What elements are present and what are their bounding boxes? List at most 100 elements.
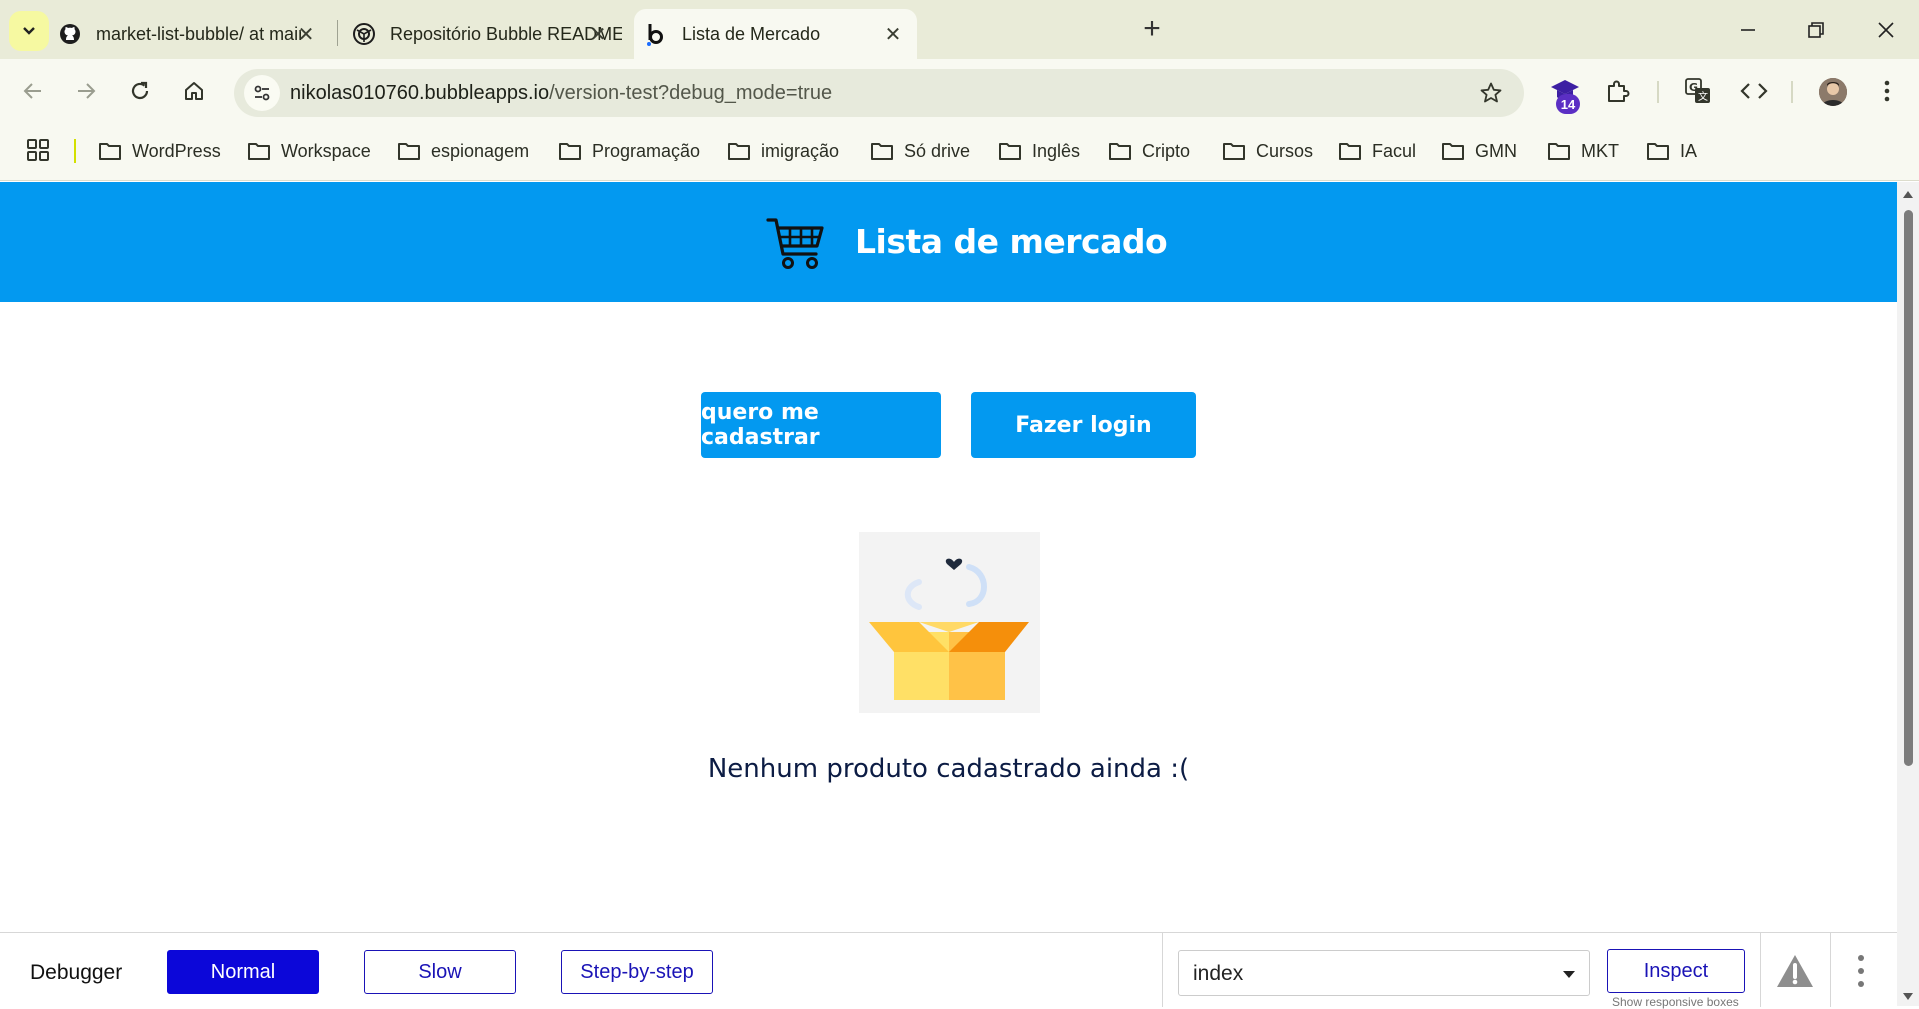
bookmark-folder-facul[interactable]: Facul <box>1338 137 1416 165</box>
tab-github[interactable]: market-list-bubble/ at main · ni ✕ <box>58 9 330 59</box>
new-tab-button[interactable]: + <box>1136 12 1168 45</box>
back-button[interactable] <box>15 73 51 109</box>
github-icon <box>58 22 82 46</box>
debugger-divider <box>1760 933 1761 1007</box>
bookmark-folder-ingles[interactable]: Inglês <box>998 137 1080 165</box>
profile-avatar[interactable] <box>1819 78 1847 106</box>
folder-icon <box>1109 143 1131 160</box>
bookmark-label: espionagem <box>431 140 530 161</box>
close-window-button[interactable] <box>1861 10 1911 50</box>
bookmark-label: GMN <box>1475 140 1517 161</box>
folder-icon <box>871 143 893 160</box>
login-button[interactable]: Fazer login <box>971 392 1196 458</box>
folder-icon <box>1223 143 1245 160</box>
bookmark-label: Cripto <box>1142 140 1191 161</box>
arrow-right-icon <box>78 83 96 99</box>
folder-icon <box>1647 143 1669 160</box>
home-button[interactable] <box>176 73 212 109</box>
tab-title: market-list-bubble/ at main · ni <box>96 23 301 44</box>
bookmark-label: Facul <box>1372 140 1417 161</box>
bookmark-folder-imigracao[interactable]: imigração <box>727 137 839 165</box>
toolbar-divider <box>1791 81 1793 103</box>
bubble-debugger: Debugger Normal Slow Step-by-step index … <box>0 932 1897 1009</box>
bookmark-label: WordPress <box>132 140 221 161</box>
debugger-divider <box>1162 933 1163 1007</box>
scroll-down-icon[interactable] <box>1902 992 1914 1002</box>
caret-down-icon <box>1563 971 1575 978</box>
bookmarks-divider <box>74 139 76 163</box>
folder-icon <box>248 143 270 160</box>
debug-mode-step-button[interactable]: Step-by-step <box>561 950 713 994</box>
tab-readme[interactable]: Repositório Bubble README ✕ <box>352 9 622 59</box>
page-select-value: index <box>1193 962 1244 985</box>
bookmark-label: Workspace <box>281 140 371 161</box>
close-icon[interactable]: ✕ <box>881 22 905 46</box>
tab-divider <box>337 20 338 46</box>
bookmark-folder-mkt[interactable]: MKT <box>1547 137 1619 165</box>
empty-state-message: Nenhum produto cadastrado ainda :( <box>707 754 1190 784</box>
bookmark-label: Programação <box>592 140 701 161</box>
bookmark-label: Cursos <box>1256 140 1314 161</box>
bookmark-folder-programacao[interactable]: Programação <box>558 137 700 165</box>
tab-search-button[interactable] <box>9 11 49 51</box>
bookmark-label: IA <box>1680 140 1698 161</box>
restore-icon <box>1808 22 1824 38</box>
folder-icon <box>728 143 750 160</box>
page-viewport: Lista de mercado quero me cadastrar Faze… <box>0 182 1897 1006</box>
bookmark-folder-cripto[interactable]: Cripto <box>1108 137 1190 165</box>
arrow-left-icon <box>23 83 41 99</box>
forward-button[interactable] <box>68 73 104 109</box>
toolbar-divider <box>1657 81 1659 103</box>
show-responsive-boxes-link[interactable]: Show responsive boxes <box>1612 995 1739 1009</box>
close-icon[interactable]: ✕ <box>586 22 610 46</box>
bookmark-star-icon[interactable] <box>1478 80 1504 106</box>
minimize-icon <box>1741 29 1755 31</box>
url-host: nikolas010760.bubbleapps.io <box>290 82 550 104</box>
bookmark-folder-gmn[interactable]: GMN <box>1441 137 1517 165</box>
bookmarks-bar: WordPress Workspace espionagem Programaç… <box>0 121 1919 181</box>
debug-mode-slow-button[interactable]: Slow <box>364 950 516 994</box>
signup-button[interactable]: quero me cadastrar <box>701 392 941 458</box>
page-scrollbar[interactable] <box>1897 182 1919 1006</box>
app-header: Lista de mercado <box>0 182 1897 302</box>
reload-button[interactable] <box>122 73 158 109</box>
tab-lista-de-mercado[interactable]: Lista de Mercado ✕ <box>634 9 917 59</box>
code-brackets-icon[interactable] <box>1737 74 1771 108</box>
scroll-thumb[interactable] <box>1904 210 1913 766</box>
url-path: /version-test?debug_mode=true <box>549 82 833 104</box>
translate-icon[interactable]: G文 <box>1681 74 1715 108</box>
folder-icon <box>99 143 121 160</box>
scroll-up-icon[interactable] <box>1902 189 1914 199</box>
close-icon[interactable]: ✕ <box>294 22 318 46</box>
folder-icon <box>398 143 420 160</box>
folder-icon <box>1442 143 1464 160</box>
bookmark-folder-workspace[interactable]: Workspace <box>247 137 371 165</box>
more-options-icon[interactable] <box>1855 955 1867 987</box>
debugger-label: Debugger <box>30 961 123 984</box>
bookmark-folder-ia[interactable]: IA <box>1646 137 1697 165</box>
page-select-dropdown[interactable]: index <box>1178 950 1590 996</box>
folder-icon <box>559 143 581 160</box>
browser-menu-icon[interactable] <box>1870 74 1904 108</box>
empty-box-illustration <box>859 532 1040 713</box>
site-settings-icon[interactable] <box>244 75 280 111</box>
url-text[interactable]: nikolas010760.bubbleapps.io/version-test… <box>290 82 832 105</box>
bookmark-folder-wordpress[interactable]: WordPress <box>98 137 221 165</box>
apps-grid-icon[interactable] <box>26 138 50 162</box>
extensions-puzzle-icon[interactable] <box>1601 74 1635 108</box>
restore-button[interactable] <box>1791 10 1841 50</box>
bookmark-label: Inglês <box>1032 140 1081 161</box>
bookmark-folder-espionagem[interactable]: espionagem <box>397 137 529 165</box>
folder-icon <box>1339 143 1361 160</box>
debug-mode-normal-button[interactable]: Normal <box>167 950 319 994</box>
openai-icon <box>352 22 376 46</box>
address-bar[interactable]: nikolas010760.bubbleapps.io/version-test… <box>234 69 1524 117</box>
folder-icon <box>1548 143 1570 160</box>
chevron-down-icon <box>23 27 35 35</box>
warning-icon[interactable] <box>1775 953 1815 989</box>
bookmark-folder-so-drive[interactable]: Só drive <box>870 137 970 165</box>
bookmark-folder-cursos[interactable]: Cursos <box>1222 137 1313 165</box>
inspect-button[interactable]: Inspect <box>1607 949 1745 993</box>
home-icon <box>185 82 203 100</box>
minimize-button[interactable] <box>1723 10 1773 50</box>
